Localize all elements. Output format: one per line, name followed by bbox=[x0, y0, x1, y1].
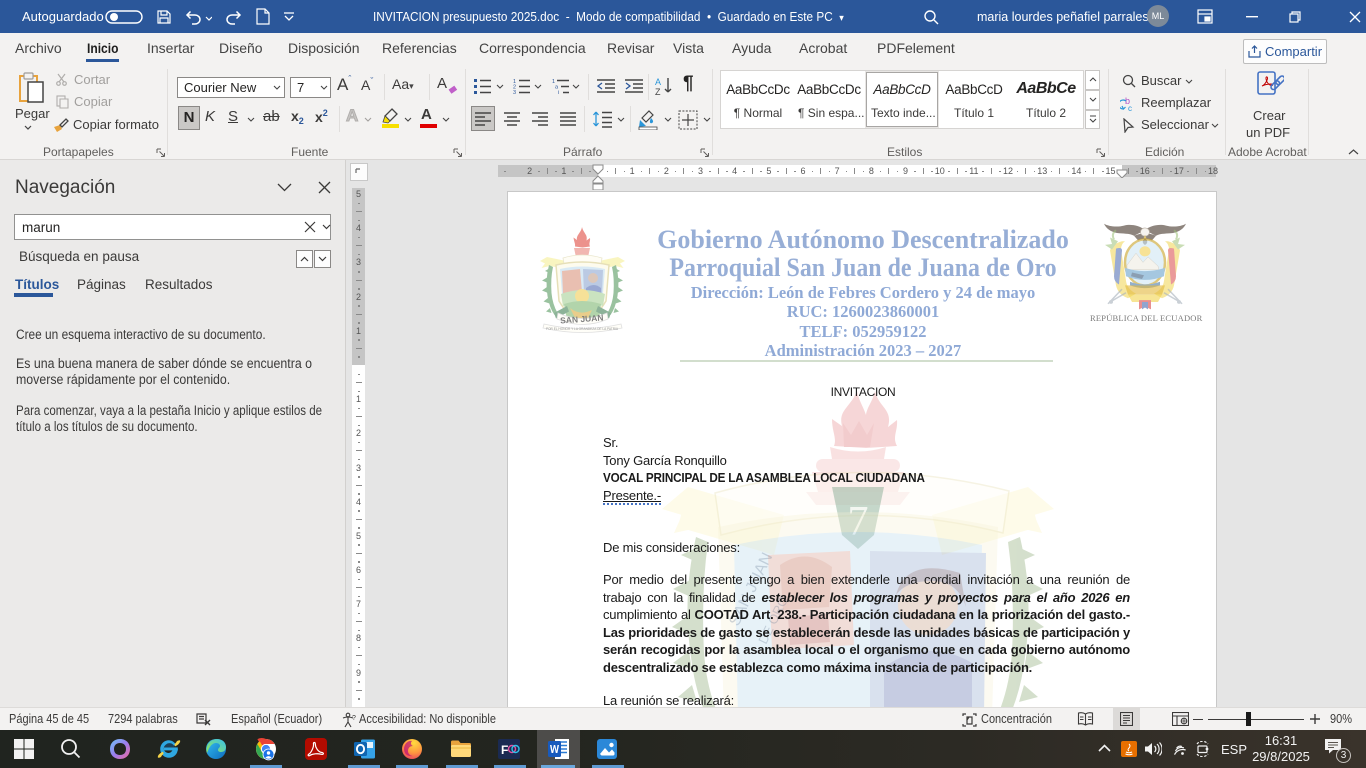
svg-text:?: ? bbox=[352, 715, 356, 722]
svg-text:Z: Z bbox=[655, 87, 661, 96]
svg-text:A: A bbox=[655, 77, 661, 87]
svg-text:c: c bbox=[1128, 104, 1132, 112]
svg-text:F: F bbox=[501, 743, 508, 757]
svg-text:i: i bbox=[558, 90, 559, 94]
svg-text:3: 3 bbox=[513, 90, 516, 94]
